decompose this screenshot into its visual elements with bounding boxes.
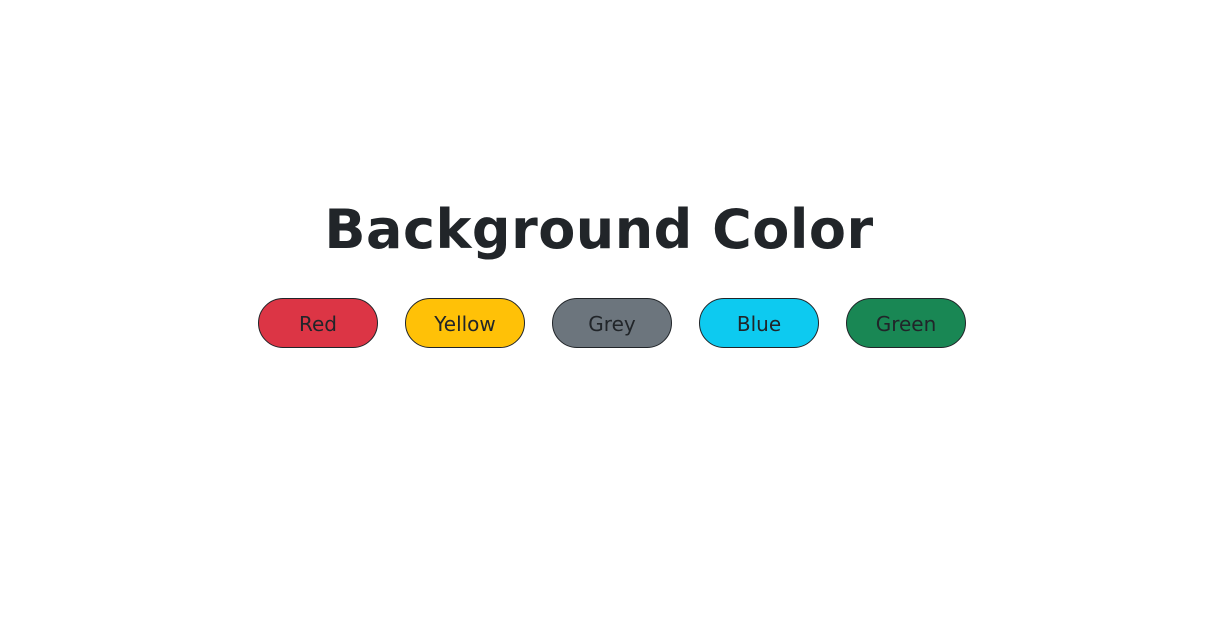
yellow-button[interactable]: Yellow bbox=[405, 298, 525, 348]
blue-button[interactable]: Blue bbox=[699, 298, 819, 348]
grey-button[interactable]: Grey bbox=[552, 298, 672, 348]
color-button-row: Red Yellow Grey Blue Green bbox=[258, 298, 966, 348]
page: Background Color Red Yellow Grey Blue Gr… bbox=[0, 0, 1224, 629]
page-title: Background Color bbox=[324, 198, 874, 261]
red-button[interactable]: Red bbox=[258, 298, 378, 348]
green-button[interactable]: Green bbox=[846, 298, 966, 348]
